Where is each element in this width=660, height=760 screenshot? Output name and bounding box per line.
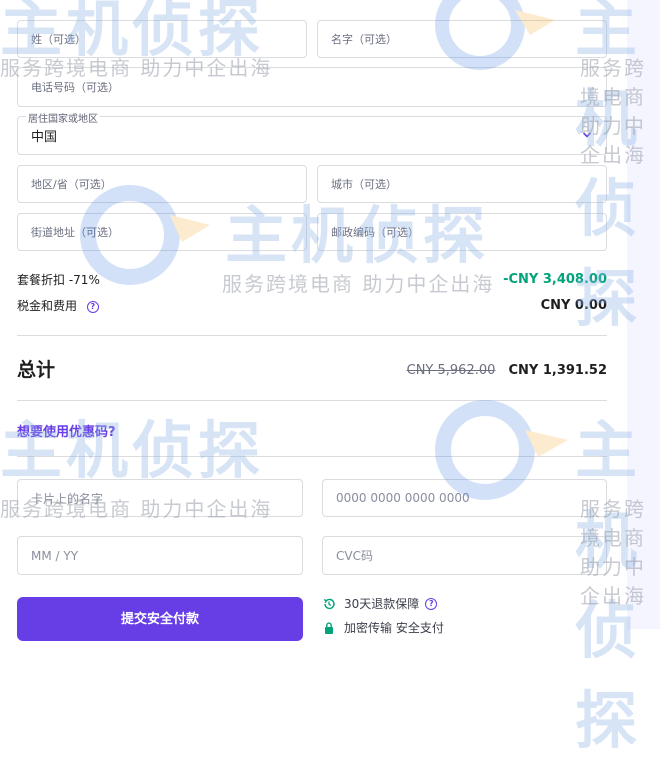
first-name-placeholder: 名字（可选） — [331, 33, 397, 46]
expiry-placeholder: MM / YY — [31, 548, 79, 563]
discount-label: 套餐折扣 — [17, 273, 66, 287]
submit-payment-label: 提交安全付款 — [120, 612, 199, 627]
street-input[interactable]: 街道地址（可选） — [17, 213, 307, 251]
total-row: 总计 CNY 5,962.00 CNY 1,391.52 — [17, 355, 607, 382]
discount-percent: -71% — [68, 273, 100, 287]
cvc-input[interactable]: CVC码 — [322, 536, 607, 575]
first-name-input[interactable]: 名字（可选） — [317, 20, 607, 58]
history-icon — [323, 598, 335, 609]
phone-input[interactable]: 电话号码（可选） — [17, 67, 607, 107]
secure-payment: 加密传输 安全支付 — [322, 619, 444, 636]
chevron-down-icon — [582, 132, 592, 138]
card-number-input[interactable]: 0000 0000 0000 0000 — [322, 479, 607, 517]
phone-placeholder: 电话号码（可选） — [31, 81, 119, 94]
last-name-input[interactable]: 姓（可选） — [17, 20, 307, 58]
help-icon[interactable]: ? — [425, 597, 438, 610]
divider — [17, 456, 607, 457]
last-name-placeholder: 姓（可选） — [31, 33, 86, 46]
card-name-placeholder: 卡片上的名字 — [31, 491, 104, 506]
coupon-link[interactable]: 想要使用优惠码? — [17, 421, 116, 440]
country-select[interactable]: 居住国家或地区 中国 — [17, 110, 607, 155]
divider — [17, 400, 607, 401]
tax-row: 税金和费用 ? CNY 0.00 — [17, 297, 607, 314]
card-name-input[interactable]: 卡片上的名字 — [17, 479, 303, 517]
tax-value: CNY 0.00 — [540, 298, 607, 313]
expiry-input[interactable]: MM / YY — [17, 536, 303, 575]
watermark-brand: 主机侦探 — [0, 414, 265, 487]
total-label: 总计 — [17, 359, 56, 381]
discount-value: -CNY 3,408.00 — [503, 272, 607, 287]
total-value: CNY 1,391.52 — [508, 363, 607, 378]
refund-guarantee-text: 30天退款保障 — [344, 597, 420, 611]
card-number-placeholder: 0000 0000 0000 0000 — [336, 491, 470, 505]
region-placeholder: 地区/省（可选） — [31, 178, 112, 191]
city-input[interactable]: 城市（可选） — [317, 165, 607, 203]
region-input[interactable]: 地区/省（可选） — [17, 165, 307, 203]
original-price: CNY 5,962.00 — [406, 363, 496, 378]
tax-label: 税金和费用 — [17, 299, 78, 313]
street-placeholder: 街道地址（可选） — [31, 226, 119, 239]
postal-code-placeholder: 邮政编码（可选） — [331, 226, 419, 239]
divider — [17, 335, 607, 336]
help-icon[interactable]: ? — [86, 300, 99, 313]
refund-guarantee: 30天退款保障 ? — [322, 595, 438, 612]
postal-code-input[interactable]: 邮政编码（可选） — [317, 213, 607, 251]
city-placeholder: 城市（可选） — [331, 178, 397, 191]
discount-row: 套餐折扣 -71% -CNY 3,408.00 — [17, 271, 607, 288]
country-value: 中国 — [31, 130, 58, 145]
cvc-placeholder: CVC码 — [336, 549, 373, 563]
submit-payment-button[interactable]: 提交安全付款 — [17, 597, 303, 641]
lock-icon — [325, 621, 333, 634]
country-label: 居住国家或地区 — [26, 110, 100, 125]
secure-payment-text: 加密传输 安全支付 — [344, 621, 444, 635]
right-panel-edge — [627, 0, 660, 629]
